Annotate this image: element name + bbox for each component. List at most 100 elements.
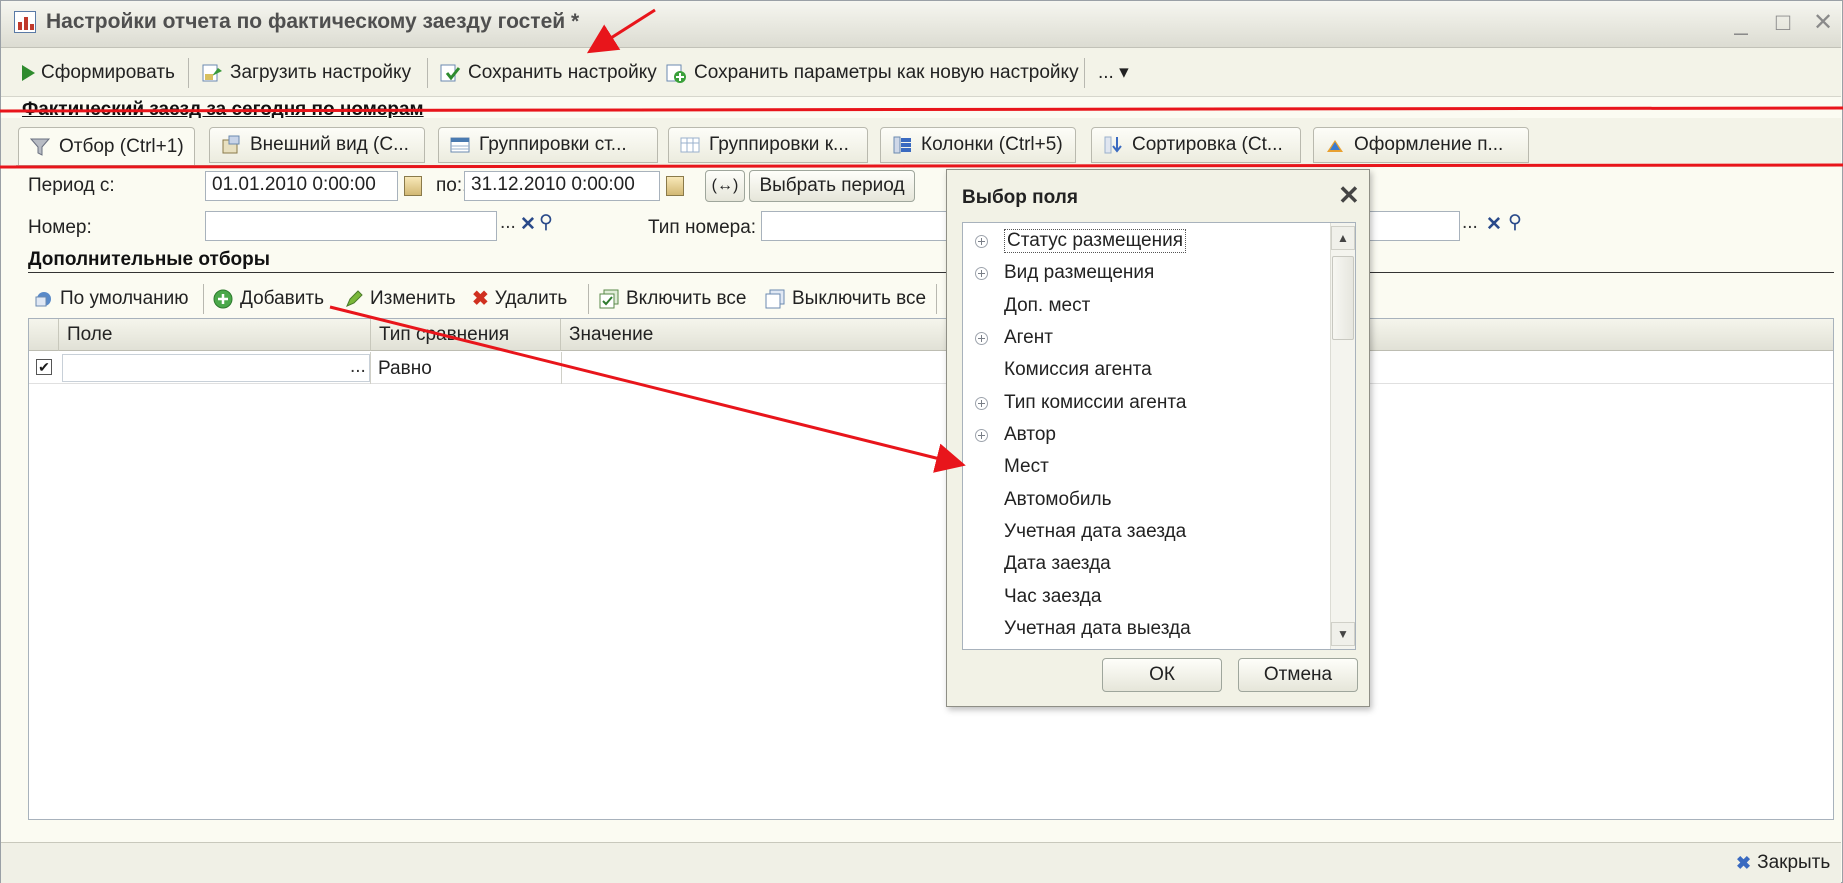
room-type-clear-icon[interactable]: ✕ (1486, 213, 1502, 236)
dialog-title: Выбор поля (962, 187, 1078, 208)
period-to-label: по: (436, 175, 463, 197)
add-filter-button[interactable]: Добавить (212, 284, 324, 314)
tab-columns[interactable]: Колонки (Ctrl+5) (880, 127, 1076, 163)
list-item-label: Доп. мест (1004, 295, 1091, 316)
room-input[interactable] (205, 211, 497, 241)
tab-design[interactable]: Оформление п... (1313, 127, 1529, 163)
list-item-label: Учетная дата заезда (1004, 521, 1187, 542)
scroll-down-button[interactable]: ▼ (1331, 622, 1355, 646)
delete-label: Удалить (494, 288, 568, 309)
scroll-up-button[interactable]: ▲ (1331, 226, 1355, 250)
row-field-select-button[interactable]: ... (350, 356, 366, 378)
ok-button[interactable]: ОК (1102, 658, 1222, 692)
dialog-close-button[interactable]: ✕ (1338, 180, 1360, 211)
list-item[interactable]: Тип комиссии агента (975, 387, 1186, 419)
close-label: Закрыть (1757, 852, 1831, 873)
list-item[interactable]: Учетная дата заезда (975, 516, 1186, 548)
room-type-input-end[interactable] (1370, 211, 1460, 241)
room-search-icon[interactable]: ⚲ (539, 211, 553, 234)
disable-all-label: Выключить все (792, 288, 927, 309)
period-from-label: Период с: (28, 175, 115, 196)
enable-all-button[interactable]: Включить все (598, 284, 746, 314)
cell-divider (370, 352, 371, 384)
extra-filters-title: Дополнительные отборы (28, 249, 270, 270)
generate-button[interactable]: Сформировать (22, 58, 175, 88)
add-icon (213, 289, 233, 309)
room-type-search-icon[interactable]: ⚲ (1508, 211, 1522, 234)
list-item[interactable]: Вид размещения (975, 257, 1154, 289)
list-item[interactable]: Агент (975, 322, 1053, 354)
list-item-label: Учетная дата выезда (1004, 618, 1191, 639)
tab-label: Колонки (Ctrl+5) (921, 134, 1063, 155)
tab-sorting[interactable]: Сортировка (Ct... (1091, 127, 1301, 163)
list-item-label: Автор (1004, 424, 1056, 445)
load-settings-button[interactable]: Загрузить настройку (200, 58, 411, 88)
close-icon: ✖ (1736, 853, 1752, 873)
edit-filter-button[interactable]: Изменить (344, 284, 456, 314)
list-item[interactable]: Доп. мест (975, 290, 1090, 322)
toolbar-separator (1084, 58, 1085, 88)
room-type-input[interactable] (761, 211, 951, 241)
calendar-icon[interactable] (404, 176, 422, 196)
column-header-comparison[interactable]: Тип сравнения (371, 319, 561, 351)
list-item[interactable]: Комиссия агента (975, 354, 1152, 386)
tab-column-groupings[interactable]: Группировки к... (668, 127, 868, 163)
list-item[interactable]: Дата заезда (975, 548, 1111, 580)
row-comparison[interactable]: Равно (378, 358, 432, 380)
room-clear-icon[interactable]: ✕ (520, 213, 536, 236)
expand-icon[interactable] (975, 331, 988, 345)
enable-all-label: Включить все (626, 288, 747, 309)
default-icon (35, 292, 51, 307)
tab-appearance[interactable]: Внешний вид (С... (209, 127, 425, 163)
swap-period-button[interactable]: (↔) (705, 170, 745, 202)
period-from-input[interactable]: 01.01.2010 0:00:00 (205, 171, 398, 201)
row-field-input[interactable] (62, 354, 370, 382)
delete-filter-button[interactable]: ✖ Удалить (472, 284, 567, 314)
calendar-icon[interactable] (666, 176, 684, 196)
row-enabled-checkbox[interactable]: ✔ (36, 359, 52, 375)
report-icon (14, 11, 36, 33)
save-settings-button[interactable]: Сохранить настройку (438, 58, 657, 88)
expand-icon[interactable] (975, 234, 988, 248)
list-item[interactable]: Учетная дата выезда (975, 613, 1191, 645)
design-icon (1327, 140, 1343, 152)
list-item-label: Агент (1004, 327, 1053, 348)
close-window-button[interactable]: ✕ (1806, 6, 1840, 40)
tab-label: Сортировка (Ct... (1132, 134, 1283, 155)
choose-period-button[interactable]: Выбрать период (749, 170, 915, 202)
list-item[interactable]: Автомобиль (975, 484, 1112, 516)
cancel-button[interactable]: Отмена (1238, 658, 1358, 692)
expand-icon[interactable] (975, 266, 988, 280)
scroll-thumb[interactable] (1332, 256, 1354, 340)
expand-icon[interactable] (975, 396, 988, 410)
period-to-input[interactable]: 31.12.2010 0:00:00 (464, 171, 660, 201)
tab-row-groupings[interactable]: Группировки ст... (438, 127, 658, 163)
list-item[interactable]: Мест (975, 451, 1049, 483)
play-icon (22, 65, 35, 81)
more-actions-button[interactable]: ... ▾ (1098, 58, 1129, 88)
room-type-label: Тип номера: (648, 217, 757, 238)
tab-label: Внешний вид (С... (250, 134, 409, 155)
disable-all-button[interactable]: Выключить все (764, 284, 926, 314)
save-as-new-label: Сохранить параметры как новую настройку (694, 62, 1079, 83)
maximize-button[interactable]: □ (1766, 6, 1800, 40)
cell-divider (561, 352, 562, 384)
expand-icon[interactable] (975, 428, 988, 442)
minimize-button[interactable]: _ (1724, 6, 1758, 40)
column-header-field[interactable]: Поле (59, 319, 371, 351)
load-settings-label: Загрузить настройку (230, 62, 412, 83)
funnel-icon (29, 138, 51, 156)
default-filters-button[interactable]: По умолчанию (34, 284, 189, 314)
sort-icon (1104, 136, 1122, 154)
room-select-button[interactable]: ... (500, 212, 516, 234)
list-item[interactable]: Статус размещения (975, 225, 1186, 257)
tab-filter[interactable]: Отбор (Ctrl+1) (18, 127, 195, 166)
save-as-new-button[interactable]: Сохранить параметры как новую настройку (664, 58, 1079, 88)
row-grouping-icon (450, 137, 470, 153)
room-type-select-button[interactable]: ... (1462, 212, 1478, 234)
list-item[interactable]: Час заезда (975, 581, 1101, 613)
close-button[interactable]: ✖ Закрыть (1736, 848, 1830, 878)
columns-icon (893, 136, 911, 154)
tab-label: Группировки ст... (479, 134, 627, 155)
list-item[interactable]: Автор (975, 419, 1056, 451)
